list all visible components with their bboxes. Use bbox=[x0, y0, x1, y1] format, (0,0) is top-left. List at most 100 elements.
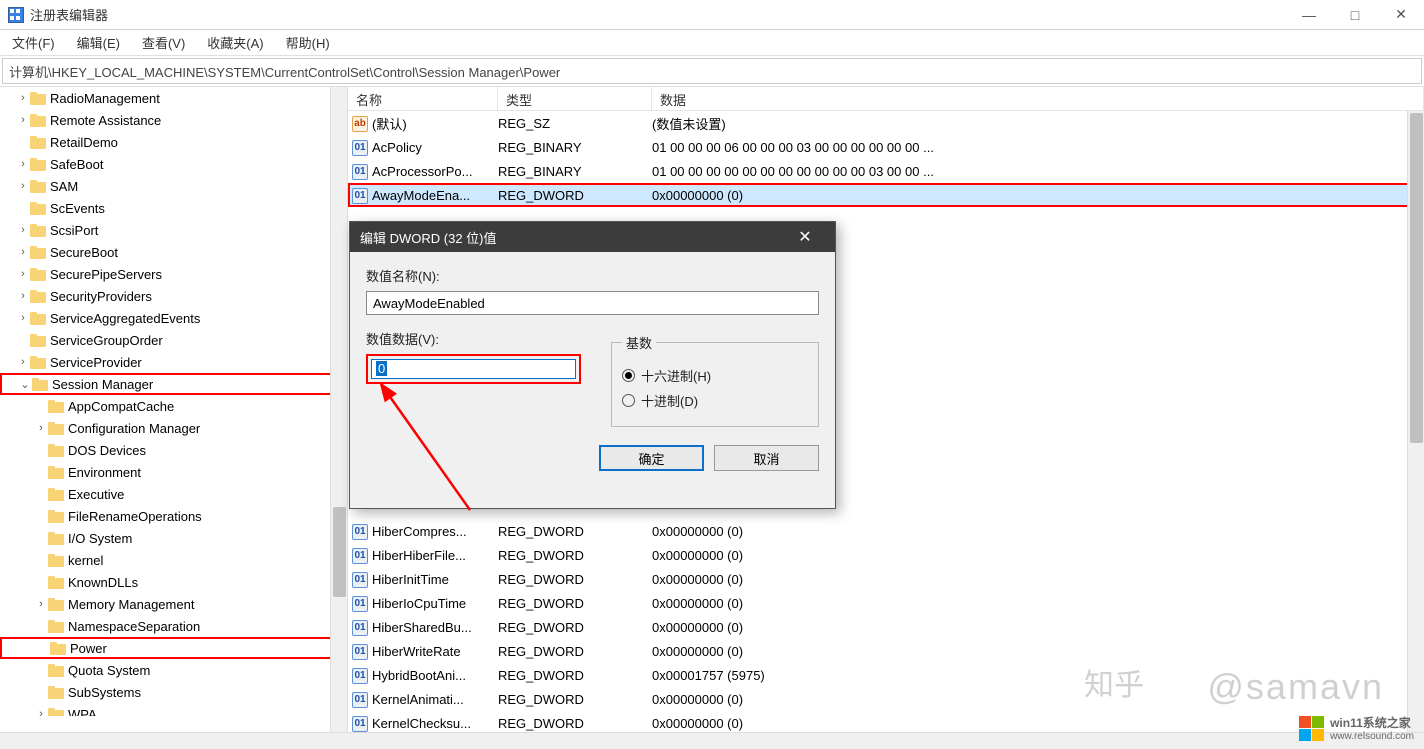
dialog-close-button[interactable]: ✕ bbox=[785, 223, 825, 251]
menu-view[interactable]: 查看(V) bbox=[138, 31, 189, 54]
tree-item-serviceprovider[interactable]: ›ServiceProvider bbox=[0, 351, 347, 373]
folder-icon bbox=[48, 422, 64, 435]
tree-item-filerenameoperations[interactable]: FileRenameOperations bbox=[0, 505, 347, 527]
value-scrollbar[interactable] bbox=[1407, 111, 1424, 732]
value-row[interactable]: 01AcProcessorPo...REG_BINARY01 00 00 00 … bbox=[348, 159, 1424, 183]
tree-item-kernel[interactable]: kernel bbox=[0, 549, 347, 571]
col-header-name[interactable]: 名称 bbox=[348, 87, 498, 110]
tree-pane: ›RadioManagement›Remote AssistanceRetail… bbox=[0, 87, 348, 732]
expand-icon[interactable]: › bbox=[16, 92, 30, 104]
expand-icon[interactable]: › bbox=[16, 356, 30, 368]
expand-icon[interactable]: › bbox=[16, 224, 30, 236]
close-button[interactable]: ✕ bbox=[1378, 0, 1424, 30]
tree-item-label: ScEvents bbox=[50, 201, 105, 216]
tree-item-executive[interactable]: Executive bbox=[0, 483, 347, 505]
value-row[interactable]: 01HiberHiberFile...REG_DWORD0x00000000 (… bbox=[348, 543, 1424, 567]
tree-item-memory-management[interactable]: ›Memory Management bbox=[0, 593, 347, 615]
value-row[interactable]: 01AwayModeEna...REG_DWORD0x00000000 (0) bbox=[348, 183, 1424, 207]
value-name: AcPolicy bbox=[372, 140, 498, 155]
tree-item-wpa[interactable]: ›WPA bbox=[0, 703, 347, 716]
expand-icon[interactable]: › bbox=[16, 246, 30, 258]
tree-item-label: FileRenameOperations bbox=[68, 509, 202, 524]
value-data: 0x00000000 (0) bbox=[652, 596, 1424, 611]
tree-item-label: Environment bbox=[68, 465, 141, 480]
tree-item-power[interactable]: Power bbox=[0, 637, 347, 659]
tree-item-environment[interactable]: Environment bbox=[0, 461, 347, 483]
col-header-type[interactable]: 类型 bbox=[498, 87, 652, 110]
tree-item-servicegrouporder[interactable]: ServiceGroupOrder bbox=[0, 329, 347, 351]
tree-item-subsystems[interactable]: SubSystems bbox=[0, 681, 347, 703]
folder-icon bbox=[30, 312, 46, 325]
value-row[interactable]: 01HiberSharedBu...REG_DWORD0x00000000 (0… bbox=[348, 615, 1424, 639]
value-type: REG_DWORD bbox=[498, 188, 652, 203]
site-url: www.relsound.com bbox=[1330, 731, 1414, 742]
string-value-icon: ab bbox=[352, 116, 368, 132]
radio-hex[interactable]: 十六进制(H) bbox=[622, 366, 808, 385]
value-data: 0x00000000 (0) bbox=[652, 620, 1424, 635]
expand-icon[interactable]: ⌄ bbox=[18, 378, 32, 391]
tree-item-knowndlls[interactable]: KnownDLLs bbox=[0, 571, 347, 593]
tree-item-serviceaggregatedevents[interactable]: ›ServiceAggregatedEvents bbox=[0, 307, 347, 329]
value-row[interactable]: 01HybridBootAni...REG_DWORD0x00001757 (5… bbox=[348, 663, 1424, 687]
menu-file[interactable]: 文件(F) bbox=[8, 31, 59, 54]
tree-item-secureboot[interactable]: ›SecureBoot bbox=[0, 241, 347, 263]
tree-item-session-manager[interactable]: ⌄Session Manager bbox=[0, 373, 347, 395]
value-row[interactable]: 01HiberIoCpuTimeREG_DWORD0x00000000 (0) bbox=[348, 591, 1424, 615]
ok-button[interactable]: 确定 bbox=[599, 445, 704, 471]
tree-item-namespaceseparation[interactable]: NamespaceSeparation bbox=[0, 615, 347, 637]
binary-value-icon: 01 bbox=[352, 620, 368, 636]
tree[interactable]: ›RadioManagement›Remote AssistanceRetail… bbox=[0, 87, 347, 716]
value-type: REG_DWORD bbox=[498, 524, 652, 539]
value-data-input[interactable]: 0 bbox=[371, 359, 576, 379]
value-row[interactable]: 01HiberWriteRateREG_DWORD0x00000000 (0) bbox=[348, 639, 1424, 663]
expand-icon[interactable]: › bbox=[34, 598, 48, 610]
value-row[interactable]: 01HiberInitTimeREG_DWORD0x00000000 (0) bbox=[348, 567, 1424, 591]
value-row[interactable]: 01KernelChecksu...REG_DWORD0x00000000 (0… bbox=[348, 711, 1424, 732]
expand-icon[interactable]: › bbox=[16, 268, 30, 280]
tree-scrollbar[interactable] bbox=[330, 87, 347, 732]
cancel-button[interactable]: 取消 bbox=[714, 445, 819, 471]
tree-item-securepipeservers[interactable]: › SecurePipeServers bbox=[0, 263, 347, 285]
tree-item-remote-assistance[interactable]: ›Remote Assistance bbox=[0, 109, 347, 131]
value-row[interactable]: ab(默认)REG_SZ(数值未设置) bbox=[348, 111, 1424, 135]
menu-edit[interactable]: 编辑(E) bbox=[73, 31, 124, 54]
horizontal-scrollbar[interactable] bbox=[0, 732, 1424, 749]
value-headers[interactable]: 名称 类型 数据 bbox=[348, 87, 1424, 111]
value-row[interactable]: 01HiberCompres...REG_DWORD0x00000000 (0) bbox=[348, 519, 1424, 543]
tree-item-sam[interactable]: ›SAM bbox=[0, 175, 347, 197]
tree-item-retaildemo[interactable]: RetailDemo bbox=[0, 131, 347, 153]
expand-icon[interactable]: › bbox=[16, 180, 30, 192]
radio-dec-dot bbox=[622, 394, 635, 407]
value-name: HiberSharedBu... bbox=[372, 620, 498, 635]
tree-item-appcompatcache[interactable]: AppCompatCache bbox=[0, 395, 347, 417]
expand-icon[interactable]: › bbox=[16, 114, 30, 126]
expand-icon[interactable]: › bbox=[16, 312, 30, 324]
value-row[interactable]: 01KernelAnimati...REG_DWORD0x00000000 (0… bbox=[348, 687, 1424, 711]
tree-item-dos-devices[interactable]: DOS Devices bbox=[0, 439, 347, 461]
col-header-data[interactable]: 数据 bbox=[652, 87, 1424, 110]
binary-value-icon: 01 bbox=[352, 164, 368, 180]
minimize-button[interactable]: — bbox=[1286, 0, 1332, 30]
tree-item-configuration-manager[interactable]: ›Configuration Manager bbox=[0, 417, 347, 439]
expand-icon[interactable]: › bbox=[34, 422, 48, 434]
radio-dec[interactable]: 十进制(D) bbox=[622, 391, 808, 410]
tree-item-label: SecurePipeServers bbox=[50, 267, 162, 282]
tree-item-safeboot[interactable]: ›SafeBoot bbox=[0, 153, 347, 175]
tree-item-scsiport[interactable]: ›ScsiPort bbox=[0, 219, 347, 241]
expand-icon[interactable]: › bbox=[16, 158, 30, 170]
tree-item-quota-system[interactable]: Quota System bbox=[0, 659, 347, 681]
maximize-button[interactable]: □ bbox=[1332, 0, 1378, 30]
address-bar[interactable]: 计算机\HKEY_LOCAL_MACHINE\SYSTEM\CurrentCon… bbox=[2, 58, 1422, 84]
tree-item-securityproviders[interactable]: ›SecurityProviders bbox=[0, 285, 347, 307]
value-type: REG_BINARY bbox=[498, 140, 652, 155]
expand-icon[interactable]: › bbox=[34, 708, 48, 716]
value-name-input[interactable] bbox=[366, 291, 819, 315]
tree-item-radiomanagement[interactable]: ›RadioManagement bbox=[0, 87, 347, 109]
value-data: 0x00000000 (0) bbox=[652, 572, 1424, 587]
tree-item-scevents[interactable]: ScEvents bbox=[0, 197, 347, 219]
menu-favorites[interactable]: 收藏夹(A) bbox=[203, 31, 267, 54]
expand-icon[interactable]: › bbox=[16, 290, 30, 302]
menu-help[interactable]: 帮助(H) bbox=[282, 31, 334, 54]
value-row[interactable]: 01AcPolicyREG_BINARY01 00 00 00 06 00 00… bbox=[348, 135, 1424, 159]
tree-item-i/o-system[interactable]: I/O System bbox=[0, 527, 347, 549]
